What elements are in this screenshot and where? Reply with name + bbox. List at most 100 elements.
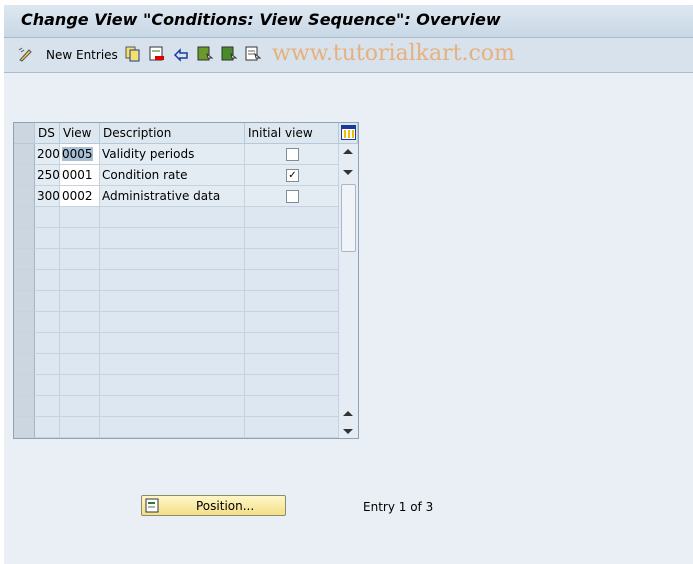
column-header-initial-view[interactable]: Initial view <box>245 123 339 144</box>
cell-initial-view <box>245 312 339 333</box>
select-all-icon[interactable] <box>197 46 213 62</box>
view-value: 0002 <box>62 189 93 203</box>
undo-icon[interactable] <box>173 46 189 62</box>
cell-view <box>60 312 100 333</box>
cell-initial-view <box>245 333 339 354</box>
watermark: www.tutorialkart.com <box>272 41 515 66</box>
cell-ds <box>35 291 60 312</box>
cell-view <box>60 228 100 249</box>
cell-ds <box>35 207 60 228</box>
row-selector[interactable] <box>14 165 35 186</box>
cell-view <box>60 249 100 270</box>
cell-initial-view <box>245 228 339 249</box>
cell-ds: 200 <box>35 144 60 165</box>
row-selector[interactable] <box>14 375 35 396</box>
cell-view[interactable]: 0002 <box>60 186 100 207</box>
scroll-page-up-icon[interactable] <box>343 411 353 416</box>
title-bar: Change View "Conditions: View Sequence":… <box>4 5 693 38</box>
select-block-icon[interactable] <box>221 46 237 62</box>
scroll-thumb[interactable] <box>341 184 356 252</box>
row-selector[interactable] <box>14 207 35 228</box>
cell-initial-view: ✓ <box>245 165 339 186</box>
cell-view[interactable]: 0001 <box>60 165 100 186</box>
cell-view <box>60 207 100 228</box>
cell-view <box>60 291 100 312</box>
cell-ds <box>35 270 60 291</box>
cell-ds <box>35 333 60 354</box>
cell-view <box>60 354 100 375</box>
cell-ds <box>35 396 60 417</box>
cell-description <box>100 270 245 291</box>
copy-icon[interactable] <box>125 46 141 62</box>
cell-initial-view <box>245 207 339 228</box>
cell-view <box>60 270 100 291</box>
cell-description: Administrative data <box>100 186 245 207</box>
table-settings-button[interactable] <box>339 123 358 144</box>
window: Change View "Conditions: View Sequence":… <box>4 5 693 564</box>
cell-view[interactable]: 0005 <box>60 144 100 165</box>
row-selector[interactable] <box>14 144 35 165</box>
row-selector[interactable] <box>14 417 35 438</box>
row-selector[interactable] <box>14 396 35 417</box>
vertical-scrollbar[interactable] <box>339 144 358 438</box>
cell-view <box>60 333 100 354</box>
page-title: Change View "Conditions: View Sequence":… <box>21 10 501 29</box>
scroll-down-icon[interactable] <box>343 429 353 434</box>
initial-view-checkbox[interactable] <box>286 190 299 203</box>
cell-ds <box>35 312 60 333</box>
table-control: DS View Description Initial view 200 0005… <box>13 122 359 439</box>
row-selector[interactable] <box>14 249 35 270</box>
select-all-rows[interactable] <box>14 123 35 144</box>
cell-ds <box>35 375 60 396</box>
scroll-up-icon[interactable] <box>343 149 353 154</box>
cell-initial-view <box>245 375 339 396</box>
row-selector[interactable] <box>14 354 35 375</box>
cell-initial-view <box>245 354 339 375</box>
cell-ds: 300 <box>35 186 60 207</box>
initial-view-checkbox[interactable]: ✓ <box>286 169 299 182</box>
column-header-ds[interactable]: DS <box>35 123 60 144</box>
cell-description <box>100 396 245 417</box>
view-value: 0005 <box>62 147 93 161</box>
cell-description: Validity periods <box>100 144 245 165</box>
cell-initial-view <box>245 417 339 438</box>
new-entries-button[interactable]: New Entries <box>46 48 118 62</box>
initial-view-checkbox[interactable] <box>286 148 299 161</box>
scroll-page-down-icon[interactable] <box>343 170 353 175</box>
cell-description <box>100 249 245 270</box>
position-icon <box>145 498 159 513</box>
cell-description <box>100 375 245 396</box>
cell-view <box>60 375 100 396</box>
column-header-view[interactable]: View <box>60 123 100 144</box>
cell-ds <box>35 417 60 438</box>
row-selector[interactable] <box>14 186 35 207</box>
cell-description <box>100 291 245 312</box>
row-selector[interactable] <box>14 333 35 354</box>
cell-description <box>100 333 245 354</box>
cell-description <box>100 312 245 333</box>
cell-initial-view <box>245 270 339 291</box>
cell-initial-view <box>245 144 339 165</box>
row-selector[interactable] <box>14 312 35 333</box>
cell-ds: 250 <box>35 165 60 186</box>
table-settings-icon <box>341 125 356 140</box>
cell-ds <box>35 354 60 375</box>
delete-icon[interactable] <box>149 46 165 62</box>
cell-view <box>60 396 100 417</box>
toolbar: New Entries www.tutorialkart.com <box>4 38 693 73</box>
cell-description <box>100 207 245 228</box>
column-header-description[interactable]: Description <box>100 123 245 144</box>
row-selector[interactable] <box>14 228 35 249</box>
cell-description: Condition rate <box>100 165 245 186</box>
row-selector[interactable] <box>14 291 35 312</box>
row-selector[interactable] <box>14 270 35 291</box>
edit-pencil-icon[interactable] <box>17 46 33 62</box>
position-button[interactable]: Position... <box>141 495 286 516</box>
position-button-label: Position... <box>196 499 255 513</box>
cell-description <box>100 354 245 375</box>
deselect-all-icon[interactable] <box>245 46 261 62</box>
view-value: 0001 <box>62 168 93 182</box>
cell-initial-view <box>245 396 339 417</box>
cell-ds <box>35 249 60 270</box>
entry-counter: Entry 1 of 3 <box>363 500 434 514</box>
